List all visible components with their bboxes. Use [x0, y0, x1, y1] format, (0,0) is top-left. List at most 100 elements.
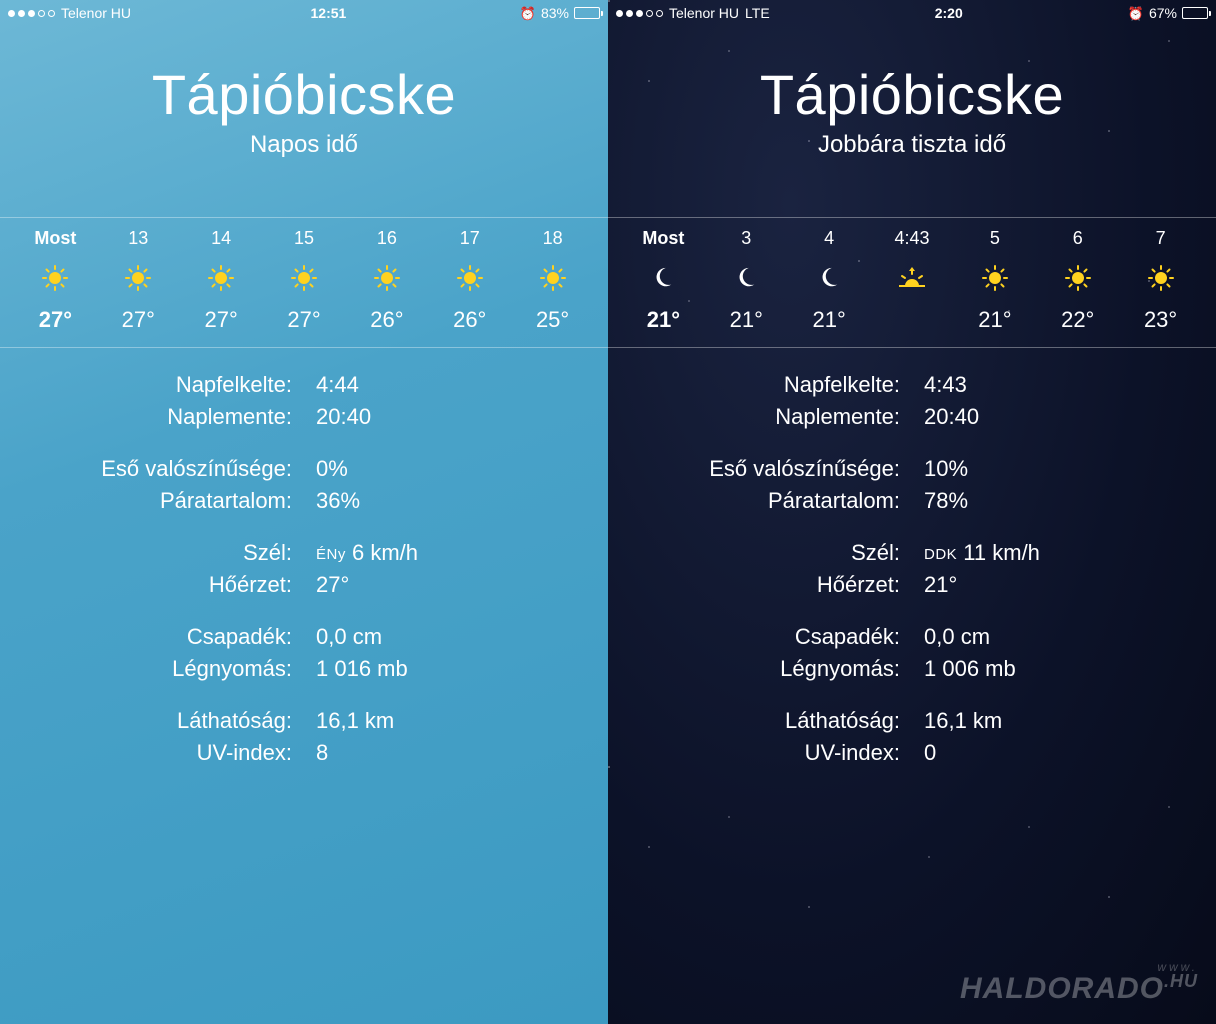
uv-label: UV-index:	[0, 740, 292, 766]
sun-icon	[982, 263, 1008, 293]
hour-temp: 26°	[370, 307, 403, 333]
hour-column[interactable]: Most 21°	[622, 228, 705, 333]
hour-label: 6	[1073, 228, 1083, 249]
battery-icon	[574, 7, 600, 19]
weather-panel-night: Telenor HU LTE 2:20 ⏰ 67% Tápióbicske Jo…	[608, 0, 1216, 1024]
humidity-label: Páratartalom:	[0, 488, 292, 514]
hour-column[interactable]: 17 26°	[428, 228, 511, 333]
hour-label: 3	[741, 228, 751, 249]
sunrise-value: 4:44	[316, 372, 608, 398]
hour-temp: 27°	[287, 307, 320, 333]
hour-column[interactable]: 521°	[953, 228, 1036, 333]
status-bar: Telenor HU LTE 2:20 ⏰ 67%	[608, 0, 1216, 24]
pressure-label: Légnyomás:	[0, 656, 292, 682]
visibility-value: 16,1 km	[316, 708, 608, 734]
hour-label: 18	[543, 228, 563, 249]
moon-icon	[734, 263, 758, 293]
wind-value: ÉNy 6 km/h	[316, 540, 608, 566]
visibility-value: 16,1 km	[924, 708, 1216, 734]
hour-temp: 22°	[1061, 307, 1094, 333]
wind-label: Szél:	[0, 540, 292, 566]
hour-temp: 23°	[1144, 307, 1177, 333]
moon-icon	[651, 263, 675, 293]
signal-dots-icon	[8, 10, 55, 17]
moon-icon	[817, 263, 841, 293]
sun-icon	[42, 263, 68, 293]
visibility-label: Láthatóság:	[0, 708, 292, 734]
hour-temp: 21°	[647, 307, 680, 333]
condition-text: Jobbára tiszta idő	[608, 131, 1216, 159]
carrier-label: Telenor HU	[61, 5, 131, 21]
sun-icon	[374, 263, 400, 293]
humidity-value: 78%	[924, 488, 1216, 514]
precip-value: 0,0 cm	[924, 624, 1216, 650]
rain-label: Eső valószínűsége:	[0, 456, 292, 482]
hour-column[interactable]: Most27°	[14, 228, 97, 333]
alarm-icon: ⏰	[520, 7, 536, 20]
hour-column[interactable]: 15 27°	[263, 228, 346, 333]
pressure-value: 1 006 mb	[924, 656, 1216, 682]
hour-column[interactable]: 14 27°	[180, 228, 263, 333]
sunrise-label: Napfelkelte:	[608, 372, 900, 398]
hour-temp: 21°	[813, 307, 846, 333]
sun-icon	[457, 263, 483, 293]
hour-temp: 27°	[205, 307, 238, 333]
hour-temp: 26°	[453, 307, 486, 333]
hour-column[interactable]: 6 22°	[1036, 228, 1119, 333]
sun-icon	[125, 263, 151, 293]
weather-panel-day: Telenor HU 12:51 ⏰ 83% Tápióbicske Napos…	[0, 0, 608, 1024]
signal-dots-icon	[616, 10, 663, 17]
pressure-value: 1 016 mb	[316, 656, 608, 682]
hour-column[interactable]: 3 21°	[705, 228, 788, 333]
precip-label: Csapadék:	[608, 624, 900, 650]
sunrise-icon	[897, 263, 927, 293]
details-grid: Napfelkelte: 4:44 Naplemente: 20:40 Eső …	[0, 372, 608, 766]
city-name: Tápióbicske	[0, 62, 608, 127]
precip-label: Csapadék:	[0, 624, 292, 650]
uv-label: UV-index:	[608, 740, 900, 766]
hour-label: 4:43	[894, 228, 929, 249]
hour-column[interactable]: 7 23°	[1119, 228, 1202, 333]
feels-label: Hőérzet:	[0, 572, 292, 598]
hour-temp: 27°	[39, 307, 72, 333]
battery-icon	[1182, 7, 1208, 19]
hour-temp: 25°	[536, 307, 569, 333]
sunset-value: 20:40	[924, 404, 1216, 430]
sun-icon	[208, 263, 234, 293]
city-name: Tápióbicske	[608, 62, 1216, 127]
humidity-label: Páratartalom:	[608, 488, 900, 514]
hour-label: 17	[460, 228, 480, 249]
rain-label: Eső valószínűsége:	[608, 456, 900, 482]
watermark: www. HALDORADO.HU	[960, 962, 1198, 1002]
hourly-forecast[interactable]: Most27°1327° 14 27° 15 27° 16 26° 17 26° 18 25°	[0, 217, 608, 348]
battery-percent: 83%	[541, 5, 569, 21]
sunset-value: 20:40	[316, 404, 608, 430]
hour-column[interactable]: 421°	[788, 228, 871, 333]
hourly-forecast[interactable]: Most21°321°421°4:43521°622°723°	[608, 217, 1216, 348]
sunrise-label: Napfelkelte:	[0, 372, 292, 398]
feels-value: 21°	[924, 572, 1216, 598]
network-label: LTE	[745, 5, 770, 21]
feels-value: 27°	[316, 572, 608, 598]
feels-label: Hőérzet:	[608, 572, 900, 598]
hour-label: 15	[294, 228, 314, 249]
carrier-label: Telenor HU	[669, 5, 739, 21]
status-time: 2:20	[935, 5, 963, 21]
sun-icon	[1148, 263, 1174, 293]
hour-label: 5	[990, 228, 1000, 249]
hour-column[interactable]: 18 25°	[511, 228, 594, 333]
hour-label: 16	[377, 228, 397, 249]
hour-label: 14	[211, 228, 231, 249]
hour-column[interactable]: 1327°	[97, 228, 180, 333]
hour-label: Most	[642, 228, 684, 249]
hour-column[interactable]: 16 26°	[345, 228, 428, 333]
visibility-label: Láthatóság:	[608, 708, 900, 734]
hour-column[interactable]: 4:43	[871, 228, 954, 333]
hour-temp: 21°	[730, 307, 763, 333]
wind-label: Szél:	[608, 540, 900, 566]
uv-value: 8	[316, 740, 608, 766]
battery-percent: 67%	[1149, 5, 1177, 21]
rain-value: 0%	[316, 456, 608, 482]
alarm-icon: ⏰	[1128, 7, 1144, 20]
hour-label: 7	[1156, 228, 1166, 249]
